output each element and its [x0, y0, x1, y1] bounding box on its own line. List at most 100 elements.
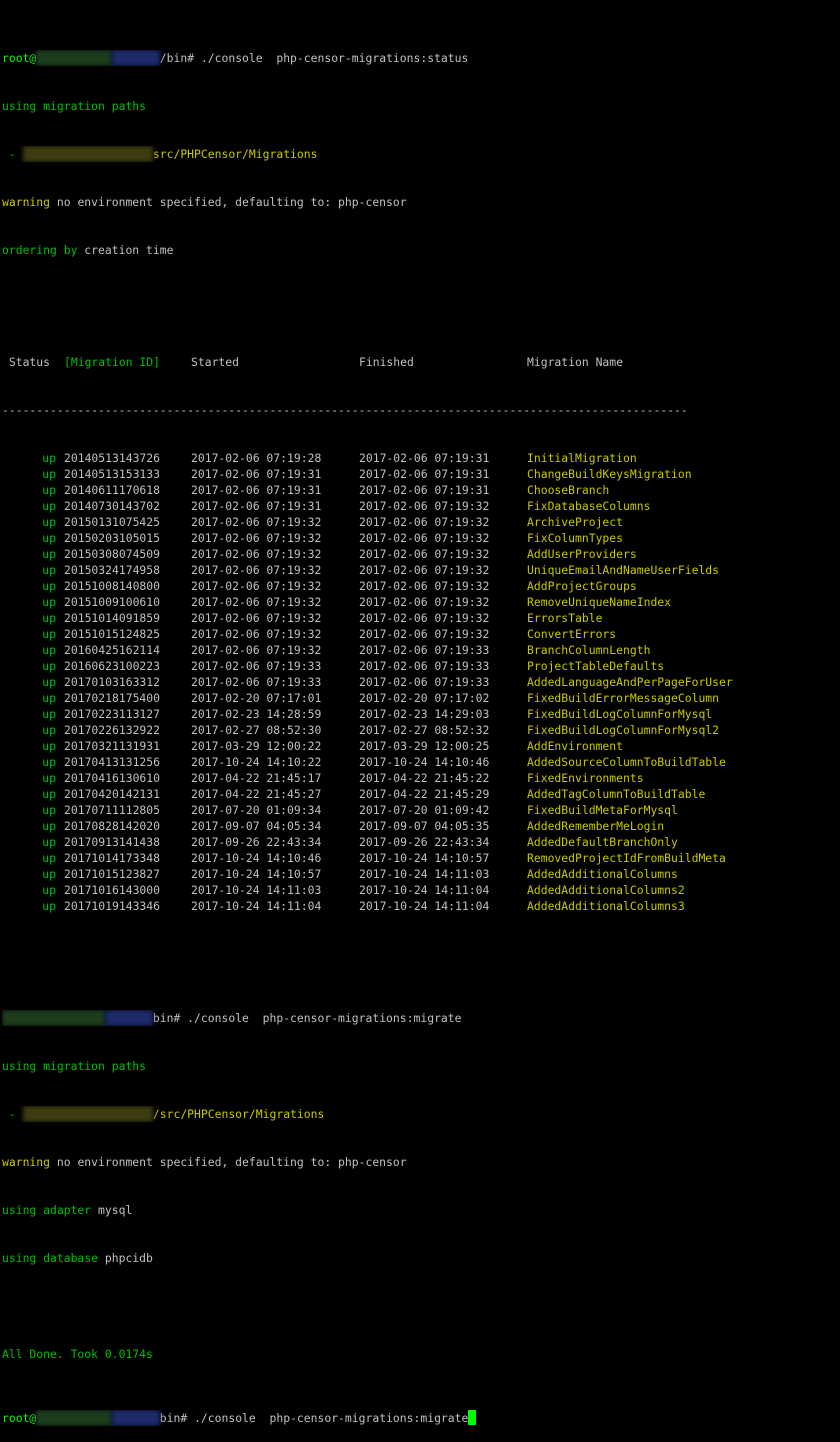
- row-finished: 2017-04-22 21:45:22: [359, 771, 490, 785]
- prompt-symbol: #: [180, 1411, 188, 1425]
- row-migration-id: 20151014091859: [64, 611, 161, 625]
- terminal-window[interactable]: root@xxxxxxxxxxxxxxxxxx/bin# ./console p…: [0, 0, 840, 1426]
- info-using-paths: using migration paths: [2, 1059, 147, 1073]
- row-finished: 2017-02-27 08:52:32: [359, 723, 490, 737]
- info-adapter: using adapter mysql: [2, 1203, 133, 1217]
- row-finished: 2017-02-06 07:19:32: [359, 499, 490, 513]
- row-migration-id: 20170218175400: [64, 691, 161, 705]
- row-migration-id: 20170711112805: [64, 803, 161, 817]
- table-row: up 20171015123827 2017-10-24 14:10:57 2017-…: [2, 866, 840, 882]
- prompt-dir: /bin: [159, 51, 188, 65]
- command-line-current[interactable]: root@xxxxxxxxxxxxxxxxxxbin# ./console ph…: [2, 1410, 840, 1426]
- row-started: 2017-02-06 07:19:32: [191, 595, 322, 609]
- row-started: 2017-04-22 21:45:27: [191, 787, 322, 801]
- row-migration-name: AddedAdditionalColumns: [527, 867, 678, 881]
- row-finished: 2017-10-24 14:11:03: [359, 867, 490, 881]
- row-migration-id: 20150308074509: [64, 547, 161, 561]
- command-input[interactable]: ./console php-censor-migrations:migrate: [187, 1411, 468, 1425]
- row-finished: 2017-02-06 07:19:33: [359, 675, 490, 689]
- row-migration-id: 20170420142131: [64, 787, 161, 801]
- row-migration-name: AddedAdditionalColumns2: [527, 883, 685, 897]
- row-status: up: [42, 867, 56, 881]
- table-row: up 20140611170618 2017-02-06 07:19:31 2017-…: [2, 482, 840, 498]
- row-started: 2017-09-07 04:05:34: [191, 819, 322, 833]
- info-warning: warning no environment specified, defaul…: [2, 1155, 407, 1169]
- row-status: up: [42, 851, 56, 865]
- row-migration-id: 20170828142020: [64, 819, 161, 833]
- row-migration-id: 20150324174958: [64, 563, 161, 577]
- table-row: up 20140513153133 2017-02-06 07:19:31 2017-…: [2, 466, 840, 482]
- prompt-symbol: #: [173, 1011, 181, 1025]
- table-row: up 20151014091859 2017-02-06 07:19:32 2017-…: [2, 610, 840, 626]
- command-line-migrate: xxxxxxxxxxxxxxxxxxxxxxbin# ./console php…: [2, 1010, 840, 1026]
- row-migration-name: ErrorsTable: [527, 611, 603, 625]
- table-row: up 20150324174958 2017-02-06 07:19:32 2017-…: [2, 562, 840, 578]
- table-row: up 20171016143000 2017-10-24 14:11:03 2017-…: [2, 882, 840, 898]
- row-finished: 2017-04-22 21:45:29: [359, 787, 490, 801]
- redacted-hostname: xxxxxxxxxxx: [36, 50, 112, 66]
- header-migration-id: [Migration ID]: [64, 355, 161, 369]
- row-status: up: [42, 819, 56, 833]
- cursor: [468, 1410, 477, 1425]
- row-started: 2017-04-22 21:45:17: [191, 771, 322, 785]
- row-started: 2017-02-23 14:28:59: [191, 707, 322, 721]
- row-migration-id: 20171019143346: [64, 899, 161, 913]
- row-migration-name: AddedSourceColumnToBuildTable: [527, 755, 726, 769]
- row-status: up: [42, 579, 56, 593]
- prompt-dir: bin: [152, 1011, 174, 1025]
- info-path: - xxxxxxxxxxxxxxxxxxxsrc/PHPCensor/Migra…: [2, 146, 318, 162]
- row-migration-id: 20171016143000: [64, 883, 161, 897]
- table-header: Status [Migration ID] Started Finished Migra…: [2, 354, 840, 370]
- row-migration-id: 20150203105015: [64, 531, 161, 545]
- table-row: up 20150308074509 2017-02-06 07:19:32 2017-…: [2, 546, 840, 562]
- table-row: up 20170103163312 2017-02-06 07:19:33 2017-…: [2, 674, 840, 690]
- row-migration-id: 20160623100223: [64, 659, 161, 673]
- row-finished: 2017-02-06 07:19:31: [359, 483, 490, 497]
- row-started: 2017-02-06 07:19:32: [191, 563, 322, 577]
- row-status: up: [42, 643, 56, 657]
- row-migration-id: 20170103163312: [64, 675, 161, 689]
- row-started: 2017-02-06 07:19:32: [191, 611, 322, 625]
- row-finished: 2017-02-20 07:17:02: [359, 691, 490, 705]
- row-finished: 2017-02-06 07:19:32: [359, 563, 490, 577]
- row-finished: 2017-02-06 07:19:32: [359, 547, 490, 561]
- row-started: 2017-02-06 07:19:33: [191, 659, 322, 673]
- row-finished: 2017-10-24 14:11:04: [359, 899, 490, 913]
- table-row: up 20170413131256 2017-10-24 14:10:22 2017-…: [2, 754, 840, 770]
- row-migration-id: 20140513153133: [64, 467, 161, 481]
- command-line-status: root@xxxxxxxxxxxxxxxxxx/bin# ./console p…: [2, 50, 840, 66]
- row-started: 2017-02-06 07:19:32: [191, 547, 322, 561]
- row-migration-id: 20171015123827: [64, 867, 161, 881]
- row-status: up: [42, 675, 56, 689]
- row-status: up: [42, 899, 56, 913]
- row-migration-id: 20151015124825: [64, 627, 161, 641]
- row-migration-id: 20170223113127: [64, 707, 161, 721]
- table-separator: ----------------------------------------…: [2, 403, 688, 417]
- row-started: 2017-10-24 14:11:03: [191, 883, 322, 897]
- row-migration-name: InitialMigration: [527, 451, 637, 465]
- row-finished: 2017-09-07 04:05:35: [359, 819, 490, 833]
- row-started: 2017-02-06 07:19:31: [191, 483, 322, 497]
- info-using-paths: using migration paths: [2, 99, 147, 113]
- row-status: up: [42, 515, 56, 529]
- table-row: up 20140730143702 2017-02-06 07:19:31 2017-…: [2, 498, 840, 514]
- row-status: up: [42, 835, 56, 849]
- row-finished: 2017-10-24 14:11:04: [359, 883, 490, 897]
- row-started: 2017-10-24 14:11:04: [191, 899, 322, 913]
- prompt-user: root@: [2, 1411, 37, 1425]
- row-finished: 2017-07-20 01:09:42: [359, 803, 490, 817]
- row-started: 2017-02-06 07:19:32: [191, 515, 322, 529]
- table-row: up 20170223113127 2017-02-23 14:28:59 2017-…: [2, 706, 840, 722]
- info-path: - xxxxxxxxxxxxxxxxxxx/src/PHPCensor/Migr…: [2, 1106, 325, 1122]
- prompt-user: root@: [2, 51, 37, 65]
- done-message: All Done. Took 0.0174s: [2, 1347, 153, 1361]
- row-started: 2017-02-06 07:19:32: [191, 531, 322, 545]
- row-finished: 2017-10-24 14:10:57: [359, 851, 490, 865]
- row-status: up: [42, 723, 56, 737]
- table-row: up 20160425162114 2017-02-06 07:19:32 2017-…: [2, 642, 840, 658]
- row-started: 2017-02-06 07:19:32: [191, 643, 322, 657]
- row-finished: 2017-02-06 07:19:32: [359, 579, 490, 593]
- row-started: 2017-10-24 14:10:46: [191, 851, 322, 865]
- row-migration-id: 20170416130610: [64, 771, 161, 785]
- row-started: 2017-02-06 07:19:32: [191, 627, 322, 641]
